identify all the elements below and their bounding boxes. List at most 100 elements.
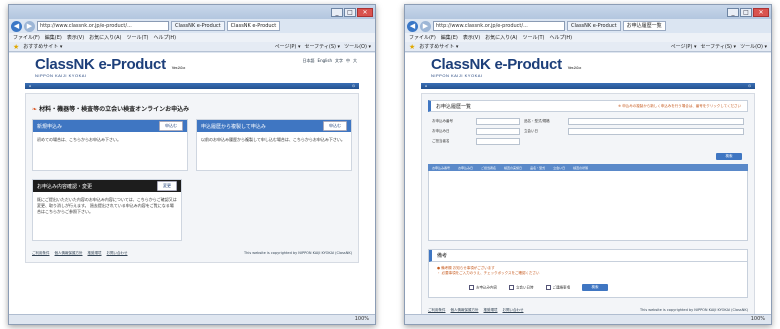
col-number[interactable]: お申込み番号 <box>432 166 450 170</box>
address-bar[interactable]: http://www.classnk.or.jp/e-product/... <box>37 21 169 31</box>
menu-favorites[interactable]: お気に入り(A) <box>89 34 121 41</box>
font-large[interactable]: 大 <box>353 58 357 64</box>
menu-view[interactable]: 表示(V) <box>463 34 480 41</box>
col-date[interactable]: お申込み日 <box>458 166 473 170</box>
checkbox-icon[interactable] <box>469 284 474 290</box>
address-bar[interactable]: http://www.classnk.or.jp/e-product/... <box>433 21 565 31</box>
apply-new-button[interactable]: 申込む <box>159 121 183 131</box>
footer-link-terms[interactable]: ご利用条件 <box>32 251 50 256</box>
person-input[interactable] <box>476 138 520 145</box>
home-icon[interactable]: ⌂ <box>29 84 31 88</box>
command-tools[interactable]: ツール(O) ▾ <box>740 43 767 50</box>
status-bar: 100% <box>405 314 771 324</box>
menu-tools[interactable]: ツール(T) <box>127 34 149 41</box>
date-input[interactable] <box>476 128 520 135</box>
col-inspection-date[interactable]: 検査の実施日 <box>504 166 522 170</box>
number-input[interactable] <box>476 118 520 125</box>
footer-link-privacy[interactable]: 個人情報保護方針 <box>55 251 83 256</box>
tab-active-left[interactable]: ClassNK e-Product <box>226 21 281 31</box>
field-label-date: お申込み日 <box>432 129 450 133</box>
menu-tools[interactable]: ツール(T) <box>523 34 545 41</box>
footer-link-contact[interactable]: お問い合わせ <box>503 308 524 313</box>
apply-copy-button[interactable]: 申込む <box>323 121 347 131</box>
memo-title-bar: 備考 <box>429 250 747 262</box>
submit-button[interactable]: 検索 <box>582 284 608 291</box>
menu-view[interactable]: 表示(V) <box>67 34 84 41</box>
search-button[interactable]: 検索 <box>716 153 742 160</box>
footer-link-privacy[interactable]: 個人情報保護方針 <box>451 308 479 313</box>
menu-file[interactable]: ファイル(F) <box>409 34 436 41</box>
font-medium[interactable]: 中 <box>346 58 350 64</box>
command-page[interactable]: ページ(P) ▾ <box>275 43 301 50</box>
change-button[interactable]: 変更 <box>157 181 177 191</box>
check-contents[interactable]: お申込み内容 <box>469 284 497 291</box>
logo-main: ClassNK <box>431 56 491 73</box>
footer-link-env[interactable]: 推奨環境 <box>88 251 102 256</box>
command-safety[interactable]: セーフティ(S) ▾ <box>304 43 340 50</box>
footer-link-terms[interactable]: ご利用条件 <box>428 308 446 313</box>
menu-file[interactable]: ファイル(F) <box>13 34 40 41</box>
close-button[interactable]: ✕ <box>357 7 373 17</box>
memo-box: 備考 ● 備考欄 お知らせ事項がございます ・ 必要事項をご入力のうえ、チェック… <box>428 249 748 298</box>
footer-link-contact[interactable]: お問い合わせ <box>107 251 128 256</box>
zoom-level[interactable]: 100% <box>751 316 765 322</box>
back-icon[interactable]: ◀ <box>11 20 22 32</box>
checkbox-icon[interactable] <box>545 284 551 290</box>
favorites-link[interactable]: おすすめサイト ▾ <box>419 43 458 50</box>
command-safety[interactable]: セーフティ(S) ▾ <box>700 43 736 50</box>
maximize-button[interactable]: □ <box>740 7 752 17</box>
logout-icon[interactable]: ⏻ <box>748 84 751 88</box>
checkbox-icon[interactable] <box>509 284 514 290</box>
tab-active-right[interactable]: お申込履歴一覧 <box>622 21 666 31</box>
menu-help[interactable]: ヘルプ(H) <box>549 34 572 41</box>
lang-ja[interactable]: 日本語 <box>303 58 315 64</box>
col-product[interactable]: 品名・型式 <box>530 166 545 170</box>
col-person[interactable]: ご担当者名 <box>481 166 496 170</box>
lang-en[interactable]: English <box>318 58 332 64</box>
check-survey-date[interactable]: 立会い日時 <box>509 284 534 291</box>
check-contact[interactable]: ご連絡事項 <box>545 284 570 291</box>
site-logo[interactable]: ClassNK e-Product Ver.2.0.x NIPPON KAIJI … <box>35 56 185 78</box>
site-header: ClassNK e-Product Ver.2.0.x NIPPON KAIJI … <box>9 53 375 83</box>
minimize-button[interactable]: _ <box>727 7 739 17</box>
memo-body: ● 備考欄 お知らせ事項がございます ・ 必要事項をご入力のうえ、チェックボック… <box>429 262 747 280</box>
maximize-button[interactable]: □ <box>344 7 356 17</box>
menu-favorites[interactable]: お気に入り(A) <box>485 34 517 41</box>
command-page[interactable]: ページ(P) ▾ <box>671 43 697 50</box>
zoom-level[interactable]: 100% <box>355 316 369 322</box>
search-form: お申込み番号 品名・型式/規格 お申込み日 立会い日 ご担当者名 <box>428 112 748 151</box>
main-content: ❧ 材料・機器等・検査等の立会い検査オンラインお申込み 新規申込み 申込む 初め… <box>25 93 359 263</box>
tab-left[interactable]: ClassNK e-Product <box>567 21 621 31</box>
favorites-star-icon[interactable]: ★ <box>13 43 19 51</box>
favorites-star-icon[interactable]: ★ <box>409 43 415 51</box>
survey-date-input[interactable] <box>568 128 744 135</box>
home-icon[interactable]: ⌂ <box>425 84 427 88</box>
list-section-title: お申込履歴一覧 ※ 申込みの複製から新しく申込みを行う場合は、番号をクリックして… <box>428 100 748 112</box>
site-logo[interactable]: ClassNK e-Product Ver.2.0.x NIPPON KAIJI … <box>431 56 581 78</box>
results-table-header: お申込み番号 お申込み日 ご担当者名 検査の実施日 品名・型式 立会い日 検査の… <box>428 164 748 171</box>
field-label-product: 品名・型式/規格 <box>524 119 550 123</box>
screenshot-right: _ □ ✕ ◀ ▶ http://www.classnk.or.jp/e-pro… <box>404 4 772 325</box>
command-tools[interactable]: ツール(O) ▾ <box>344 43 371 50</box>
favorites-bar: ★ おすすめサイト ▾ ページ(P) ▾ セーフティ(S) ▾ ツール(O) ▾ <box>9 42 375 52</box>
col-status[interactable]: 検査の状態 <box>573 166 588 170</box>
footer: ご利用条件 個人情報保護方針 推奨環境 お問い合わせ This website … <box>32 251 352 256</box>
menu-edit[interactable]: 編集(E) <box>45 34 62 41</box>
forward-icon[interactable]: ▶ <box>24 20 35 32</box>
field-label-survey-date: 立会い日 <box>524 129 538 133</box>
field-label-person: ご担当者名 <box>432 139 450 143</box>
logout-icon[interactable]: ⏻ <box>352 84 355 88</box>
footer-link-env[interactable]: 推奨環境 <box>484 308 498 313</box>
favorites-link[interactable]: おすすめサイト ▾ <box>23 43 62 50</box>
minimize-button[interactable]: _ <box>331 7 343 17</box>
back-icon[interactable]: ◀ <box>407 20 418 32</box>
product-input[interactable] <box>568 118 744 125</box>
col-survey-date[interactable]: 立会い日 <box>553 166 565 170</box>
menu-help[interactable]: ヘルプ(H) <box>153 34 176 41</box>
tab-left[interactable]: ClassNK e-Product <box>171 21 225 31</box>
favorites-bar: ★ おすすめサイト ▾ ページ(P) ▾ セーフティ(S) ▾ ツール(O) ▾ <box>405 42 771 52</box>
close-button[interactable]: ✕ <box>753 7 769 17</box>
menu-edit[interactable]: 編集(E) <box>441 34 458 41</box>
forward-icon[interactable]: ▶ <box>420 20 431 32</box>
field-label-number: お申込み番号 <box>432 119 453 123</box>
